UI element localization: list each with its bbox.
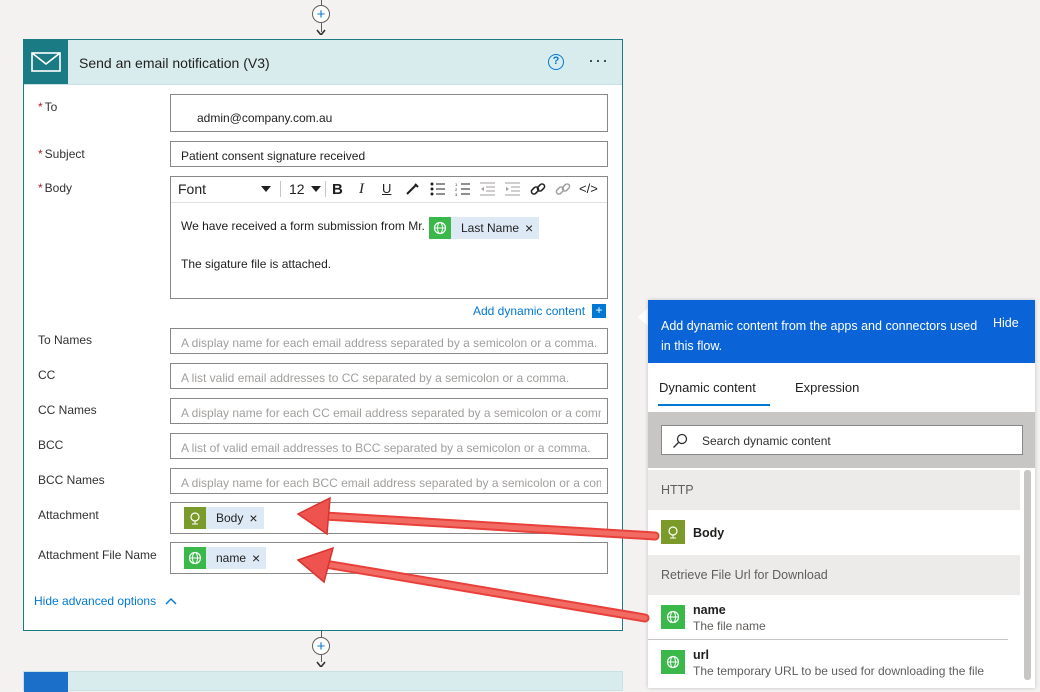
arrow-to-attachment	[296, 496, 660, 541]
arrow-to-attachment-name	[296, 546, 650, 623]
annotation-arrows	[296, 496, 660, 623]
